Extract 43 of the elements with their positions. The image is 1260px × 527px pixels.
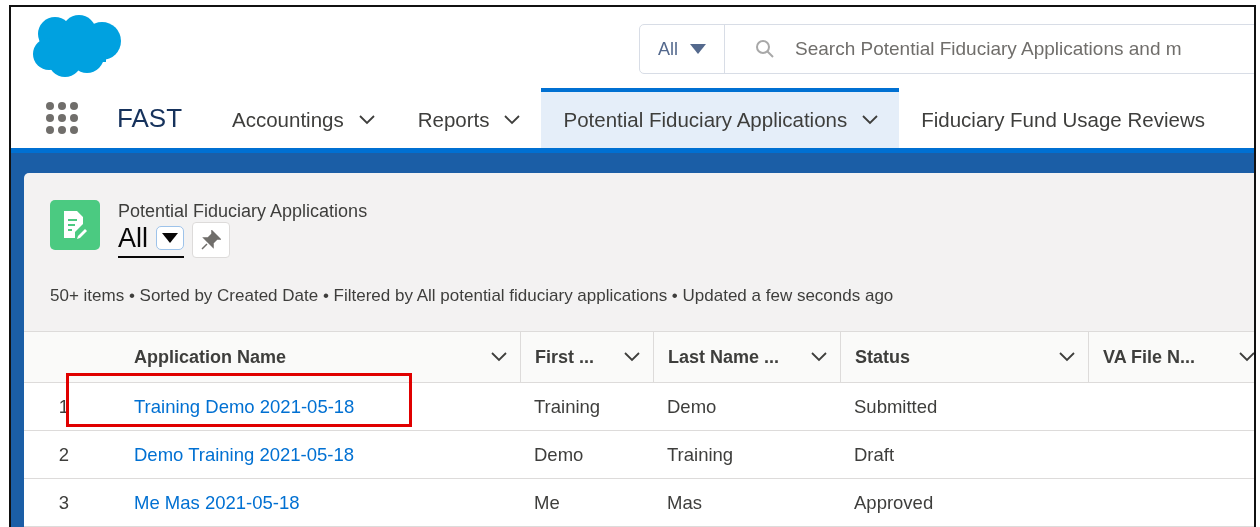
nav-tab[interactable]: Fiduciary Fund Usage Reviews (899, 88, 1225, 148)
row-number: 2 (24, 431, 110, 479)
chevron-down-icon[interactable] (1238, 351, 1254, 363)
table-cell: Draft (840, 431, 1088, 479)
chevron-down-icon[interactable] (623, 351, 641, 363)
table-cell: Training (520, 383, 653, 431)
column-header[interactable]: VA File N... (1088, 331, 1254, 383)
chevron-down-icon[interactable] (357, 114, 376, 126)
table-cell: Submitted (840, 383, 1088, 431)
object-title: Potential Fiduciary Applications (118, 201, 368, 222)
row-number: 3 (24, 479, 110, 527)
list-view-name: All (118, 222, 148, 254)
document-edit-icon (50, 200, 100, 250)
list-info-text: 50+ items • Sorted by Created Date • Filtered by All potential fiduciary applications • Updated a few seconds ago (49, 285, 895, 307)
record-link[interactable]: Me Mas 2021-05-18 (134, 491, 300, 514)
column-header[interactable]: Last Name ... (653, 331, 840, 383)
chevron-down-icon[interactable] (861, 114, 880, 126)
search-field[interactable]: All Search Potential Fiduciary Applications and m (639, 24, 1254, 74)
column-header[interactable]: Status (840, 331, 1088, 383)
chevron-down-icon[interactable] (490, 351, 508, 363)
view-dropdown-button[interactable] (156, 226, 184, 250)
table-cell: Demo (653, 383, 840, 431)
scope-dropdown[interactable]: All (640, 25, 725, 73)
nav-tab[interactable]: Accountings (210, 88, 396, 148)
column-header[interactable]: Application Name (110, 331, 520, 383)
table-cell: Demo (520, 431, 653, 479)
column-header[interactable]: First ... (520, 331, 653, 383)
table-cell: Mas (653, 479, 840, 527)
search-icon (755, 39, 775, 59)
nav-tab[interactable]: Potential Fiduciary Applications (541, 88, 900, 148)
pin-button[interactable] (192, 222, 230, 258)
caret-down-icon (690, 44, 706, 54)
nav-tab[interactable]: Reports (395, 88, 542, 148)
caret-down-icon (162, 233, 178, 243)
app-name: FAST (117, 102, 182, 134)
app-launcher-icon[interactable] (45, 101, 79, 135)
pin-icon (201, 230, 221, 250)
table-cell: Approved (840, 479, 1088, 527)
chevron-down-icon[interactable] (503, 114, 522, 126)
chevron-down-icon[interactable] (1058, 351, 1076, 363)
table-cell: Me (520, 479, 653, 527)
table-cell: Training (653, 431, 840, 479)
chevron-down-icon[interactable] (810, 351, 828, 363)
